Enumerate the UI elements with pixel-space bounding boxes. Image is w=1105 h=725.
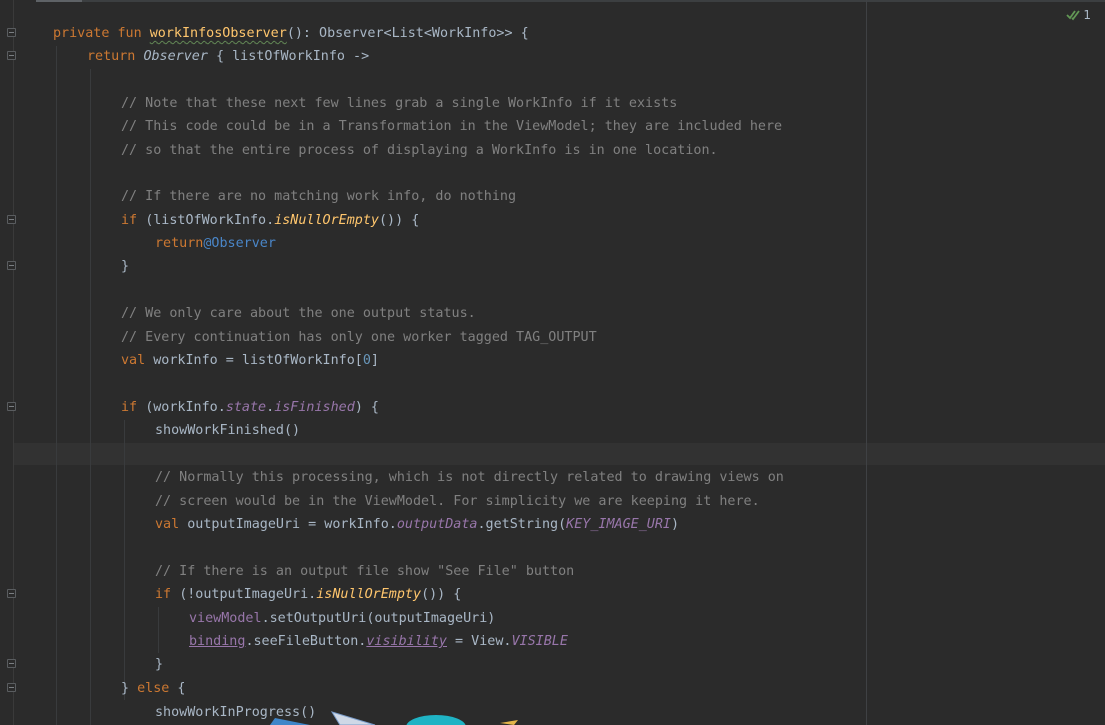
code-token: if <box>155 587 180 602</box>
code-token: private fun <box>53 26 150 41</box>
code-token: outputData <box>396 517 478 532</box>
fold-marker-icon[interactable] <box>7 261 16 270</box>
code-line[interactable]: // If there are no matching work info, d… <box>121 185 516 208</box>
code-line[interactable]: return Observer { listOfWorkInfo -> <box>87 45 369 68</box>
fold-marker-icon[interactable] <box>7 683 16 692</box>
code-token: // so that the entire process of display… <box>121 143 718 158</box>
code-token: . <box>266 400 275 415</box>
code-line[interactable]: return@Observer <box>155 232 276 255</box>
code-token: val <box>155 517 188 532</box>
code-line[interactable]: val outputImageUri = workInfo.outputData… <box>155 513 679 536</box>
code-token: binding <box>189 634 246 649</box>
code-token: else <box>137 681 170 696</box>
code-token: if <box>121 213 146 228</box>
code-token: ) { <box>354 400 379 415</box>
code-token: showWorkFinished() <box>155 423 301 438</box>
code-token: return <box>155 236 204 251</box>
code-token: isNullOrEmpty <box>274 213 379 228</box>
fold-marker-icon[interactable] <box>7 51 16 60</box>
indent-guide <box>56 46 57 725</box>
code-token: .seeFileButton. <box>245 634 367 649</box>
code-token: .getString( <box>477 517 567 532</box>
code-token: if <box>121 400 146 415</box>
code-token: ) <box>670 517 680 532</box>
code-token: ] <box>370 353 379 368</box>
code-token: ()) { <box>379 213 420 228</box>
code-token: // If there are no matching work info, d… <box>121 189 517 204</box>
code-line[interactable]: } else { <box>121 677 186 700</box>
code-token: isNullOrEmpty <box>316 587 422 602</box>
code-token: ()) { <box>421 587 462 602</box>
code-token: (): Observer<List<WorkInfo>> { <box>286 26 529 41</box>
gutter-separator <box>13 0 14 725</box>
indent-guide <box>158 607 159 653</box>
code-line[interactable]: // Normally this processing, which is no… <box>155 466 784 489</box>
code-line[interactable]: if (workInfo.state.isFinished) { <box>121 396 379 419</box>
code-token: visibility <box>366 634 447 649</box>
code-line[interactable]: // We only care about the one output sta… <box>121 302 476 325</box>
code-token: = View. <box>447 634 512 649</box>
code-line[interactable]: binding.seeFileButton.visibility = View.… <box>189 630 568 653</box>
indent-guide <box>124 420 125 700</box>
code-line[interactable]: // If there is an output file show "See … <box>155 560 574 583</box>
code-token: // Normally this processing, which is no… <box>155 470 784 485</box>
double-check-icon <box>1066 10 1081 21</box>
code-line[interactable]: } <box>155 653 163 676</box>
code-line[interactable]: // Every continuation has only one worke… <box>121 326 597 349</box>
code-token: return <box>87 49 144 64</box>
code-token: } <box>121 681 138 696</box>
code-token: VISIBLE <box>511 634 568 649</box>
code-token: val <box>121 353 154 368</box>
fold-marker-icon[interactable] <box>7 402 16 411</box>
code-line[interactable]: private fun workInfosObserver(): Observe… <box>53 22 529 45</box>
current-line-highlight <box>14 443 1105 465</box>
code-token: outputImageUri = workInfo. <box>187 517 397 532</box>
code-token: } <box>121 259 130 274</box>
code-line[interactable]: // screen would be in the ViewModel. For… <box>155 490 760 513</box>
code-line[interactable]: } <box>121 255 129 278</box>
code-token: // This code could be in a Transformatio… <box>121 119 783 134</box>
indent-guide <box>90 69 91 725</box>
code-token: // Every continuation has only one worke… <box>121 330 597 345</box>
code-line[interactable]: viewModel.setOutputUri(outputImageUri) <box>189 607 495 630</box>
code-line[interactable]: val workInfo = listOfWorkInfo[0] <box>121 349 379 372</box>
code-token: workInfosObserver <box>149 26 287 41</box>
code-token: // We only care about the one output sta… <box>121 306 476 321</box>
code-token: { <box>169 681 186 696</box>
right-margin-guide <box>866 0 867 725</box>
code-line[interactable]: if (listOfWorkInfo.isNullOrEmpty()) { <box>121 209 419 232</box>
fold-marker-icon[interactable] <box>7 215 16 224</box>
inspection-count: 1 <box>1083 8 1091 22</box>
fold-marker-icon[interactable] <box>7 589 16 598</box>
code-editor[interactable]: private fun workInfosObserver(): Observe… <box>0 0 1105 725</box>
code-token: 0 <box>362 353 371 368</box>
code-token: // If there is an output file show "See … <box>155 564 575 579</box>
code-line[interactable]: // Note that these next few lines grab a… <box>121 92 677 115</box>
code-line[interactable]: if (!outputImageUri.isNullOrEmpty()) { <box>155 583 461 606</box>
code-token: { listOfWorkInfo -> <box>207 49 370 64</box>
code-token: isFinished <box>274 400 355 415</box>
fold-marker-icon[interactable] <box>7 659 16 668</box>
code-token: // Note that these next few lines grab a… <box>121 96 678 111</box>
code-line[interactable]: showWorkFinished() <box>155 419 300 442</box>
code-token: (listOfWorkInfo. <box>145 213 275 228</box>
inspection-widget[interactable]: 1 <box>1066 8 1091 22</box>
code-token: Observer <box>143 49 208 64</box>
code-token: workInfo = listOfWorkInfo[ <box>153 353 363 368</box>
code-line[interactable]: // so that the entire process of display… <box>121 139 718 162</box>
code-token: // screen would be in the ViewModel. For… <box>155 494 760 509</box>
editor-gutter[interactable] <box>0 0 36 725</box>
code-token: (!outputImageUri. <box>179 587 317 602</box>
code-token: @Observer <box>203 236 276 251</box>
floating-overlay-artwork <box>270 711 518 725</box>
fold-marker-icon[interactable] <box>7 28 16 37</box>
code-token: } <box>155 657 164 672</box>
code-token: .setOutputUri(outputImageUri) <box>261 611 496 626</box>
code-line[interactable]: // This code could be in a Transformatio… <box>121 115 782 138</box>
code-token: KEY_IMAGE_URI <box>566 517 671 532</box>
code-token: viewModel <box>189 611 262 626</box>
editor-top-border <box>0 0 1105 2</box>
code-token: (workInfo. <box>145 400 226 415</box>
code-token: state <box>225 400 267 415</box>
